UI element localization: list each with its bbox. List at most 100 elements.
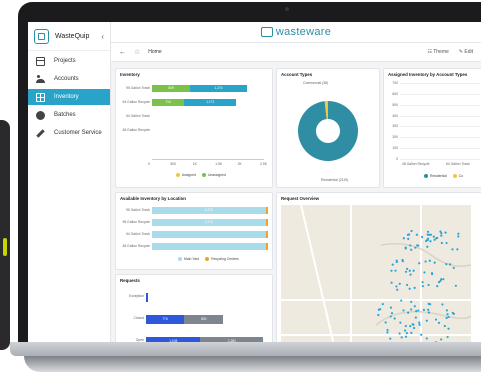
request-marker[interactable]	[451, 248, 454, 251]
request-marker[interactable]	[413, 305, 416, 308]
sidebar-item-inventory[interactable]: Inventory	[28, 89, 110, 105]
request-marker[interactable]	[416, 244, 419, 247]
request-marker[interactable]	[389, 315, 392, 318]
request-marker[interactable]	[415, 233, 418, 236]
request-marker[interactable]	[404, 335, 408, 338]
request-marker[interactable]	[401, 258, 404, 262]
request-marker[interactable]	[436, 236, 439, 240]
request-marker[interactable]	[390, 312, 394, 315]
request-marker[interactable]	[400, 299, 403, 302]
request-marker[interactable]	[427, 308, 430, 311]
request-marker[interactable]	[410, 308, 413, 311]
request-marker[interactable]	[418, 262, 421, 265]
request-marker[interactable]	[434, 318, 438, 321]
request-marker[interactable]	[412, 269, 415, 272]
request-marker[interactable]	[410, 229, 413, 233]
request-marker[interactable]	[415, 310, 418, 313]
request-marker[interactable]	[377, 308, 380, 311]
back-arrow-icon[interactable]: ←	[119, 49, 126, 56]
request-marker[interactable]	[440, 241, 443, 245]
request-marker[interactable]	[414, 316, 417, 319]
request-marker[interactable]	[395, 285, 398, 288]
request-marker[interactable]	[425, 337, 428, 340]
request-marker[interactable]	[398, 332, 401, 335]
request-marker[interactable]	[414, 246, 417, 249]
request-marker[interactable]	[447, 315, 450, 319]
request-marker[interactable]	[440, 232, 443, 235]
request-marker[interactable]	[405, 283, 409, 287]
request-marker[interactable]	[389, 306, 393, 309]
request-marker[interactable]	[445, 309, 448, 312]
request-marker[interactable]	[446, 313, 449, 316]
edit-button[interactable]: ✎ Edit	[459, 49, 473, 55]
request-marker[interactable]	[441, 303, 444, 306]
request-marker[interactable]	[399, 321, 402, 324]
request-marker[interactable]	[418, 323, 421, 326]
request-marker[interactable]	[403, 329, 407, 332]
sidebar-item-projects[interactable]: Projects	[28, 53, 110, 69]
request-marker[interactable]	[410, 248, 413, 251]
request-marker[interactable]	[437, 321, 441, 324]
request-marker[interactable]	[427, 311, 431, 314]
request-marker[interactable]	[395, 260, 398, 264]
request-marker[interactable]	[402, 237, 405, 240]
request-marker[interactable]	[444, 231, 447, 234]
request-marker[interactable]	[408, 287, 411, 290]
request-marker[interactable]	[445, 241, 448, 245]
request-map[interactable]	[281, 205, 471, 342]
request-marker[interactable]	[421, 235, 424, 239]
request-marker[interactable]	[432, 235, 435, 238]
request-marker[interactable]	[451, 311, 454, 314]
request-marker[interactable]	[440, 234, 443, 237]
request-marker[interactable]	[445, 316, 448, 320]
request-marker[interactable]	[410, 300, 413, 303]
request-marker[interactable]	[424, 260, 427, 263]
request-marker[interactable]	[390, 269, 393, 272]
request-marker[interactable]	[398, 282, 401, 285]
sidebar-item-customer-service[interactable]: Customer Service	[28, 125, 110, 141]
request-marker[interactable]	[433, 261, 436, 264]
pie-slice-residential[interactable]	[298, 101, 359, 161]
request-marker[interactable]	[405, 332, 408, 335]
request-marker[interactable]	[404, 270, 408, 273]
request-marker[interactable]	[402, 309, 405, 312]
request-marker[interactable]	[406, 267, 409, 270]
request-marker[interactable]	[404, 324, 407, 328]
request-marker[interactable]	[421, 281, 424, 284]
request-marker[interactable]	[420, 333, 423, 336]
request-marker[interactable]	[426, 230, 430, 233]
request-marker[interactable]	[423, 271, 426, 274]
request-marker[interactable]	[417, 309, 420, 312]
request-marker[interactable]	[409, 325, 412, 328]
request-marker[interactable]	[407, 237, 410, 240]
request-marker[interactable]	[404, 247, 407, 250]
request-marker[interactable]	[409, 244, 412, 247]
request-marker[interactable]	[384, 321, 387, 324]
request-marker[interactable]	[390, 281, 393, 284]
sidebar-item-batches[interactable]: Batches	[28, 107, 110, 123]
request-marker[interactable]	[422, 308, 426, 311]
request-marker[interactable]	[408, 269, 411, 272]
request-marker[interactable]	[421, 285, 425, 288]
request-marker[interactable]	[394, 269, 397, 272]
request-marker[interactable]	[412, 326, 416, 330]
theme-button[interactable]: ☷ Theme	[427, 49, 448, 55]
request-marker[interactable]	[454, 284, 457, 287]
request-marker[interactable]	[448, 263, 452, 266]
request-marker[interactable]	[410, 331, 413, 334]
request-marker[interactable]	[436, 284, 439, 288]
request-marker[interactable]	[457, 235, 460, 238]
request-marker[interactable]	[452, 266, 455, 270]
request-marker[interactable]	[429, 303, 432, 306]
request-marker[interactable]	[456, 248, 459, 251]
request-marker[interactable]	[446, 335, 449, 339]
request-marker[interactable]	[396, 288, 399, 291]
sidebar-item-accounts[interactable]: Accounts	[28, 71, 110, 87]
request-marker[interactable]	[393, 317, 396, 320]
request-marker[interactable]	[425, 319, 428, 322]
request-marker[interactable]	[409, 273, 412, 276]
request-marker[interactable]	[447, 327, 450, 330]
request-marker[interactable]	[381, 302, 384, 306]
request-marker[interactable]	[429, 240, 432, 243]
request-marker[interactable]	[407, 311, 410, 314]
